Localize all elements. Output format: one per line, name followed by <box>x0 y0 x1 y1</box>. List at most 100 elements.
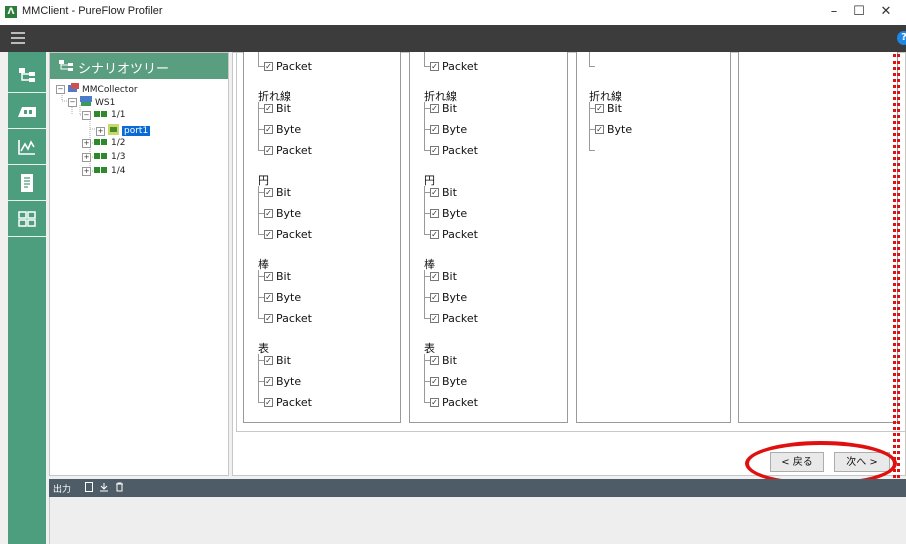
option-item[interactable]: ✓ Byte <box>430 123 467 136</box>
maximize-button[interactable]: ☐ <box>845 3 873 21</box>
option-item[interactable]: ✓ Packet <box>430 144 478 157</box>
layout-icon[interactable] <box>8 202 46 237</box>
tree-node-port1[interactable]: + port1 <box>96 124 151 138</box>
checkbox-checked-icon[interactable]: ✓ <box>430 104 439 113</box>
checkbox-checked-icon[interactable]: ✓ <box>264 230 273 239</box>
option-item[interactable]: ✓ Packet <box>430 396 478 409</box>
expand-icon[interactable]: + <box>82 166 91 176</box>
checkbox-checked-icon[interactable]: ✓ <box>264 398 273 407</box>
option-item[interactable]: ✓ Bit <box>264 102 291 115</box>
option-item[interactable]: ✓ Packet <box>264 396 312 409</box>
checkbox-checked-icon[interactable]: ✓ <box>430 272 439 281</box>
checkbox-checked-icon[interactable]: ✓ <box>430 230 439 239</box>
copy-icon[interactable] <box>85 482 93 495</box>
tree-node-slot-1-2[interactable]: + 1/2 <box>82 138 125 148</box>
minimize-button[interactable]: – <box>820 3 848 21</box>
tree-node-ws1[interactable]: − WS1 <box>68 96 115 109</box>
checkbox-checked-icon[interactable]: ✓ <box>430 356 439 365</box>
collapse-icon[interactable]: − <box>68 98 77 107</box>
option-item[interactable]: ✓ Byte <box>264 207 301 220</box>
menu-icon[interactable] <box>11 32 25 44</box>
option-item[interactable]: ✓ Packet <box>430 60 478 73</box>
output-area[interactable] <box>49 497 906 544</box>
option-item[interactable]: ✓ Byte <box>430 291 467 304</box>
option-item[interactable]: ✓ Byte <box>264 375 301 388</box>
checkbox-checked-icon[interactable]: ✓ <box>430 293 439 302</box>
option-item[interactable]: ✓ Packet <box>264 60 312 73</box>
options-column-4 <box>738 52 898 423</box>
checkbox-checked-icon[interactable]: ✓ <box>264 356 273 365</box>
download-icon[interactable] <box>99 482 109 495</box>
chart-icon[interactable] <box>8 130 46 165</box>
checkbox-checked-icon[interactable]: ✓ <box>264 62 273 71</box>
checkbox-checked-icon[interactable]: ✓ <box>430 125 439 134</box>
scenario-tree-icon[interactable] <box>8 58 46 93</box>
expand-icon[interactable]: + <box>82 138 91 148</box>
trash-icon[interactable] <box>115 482 124 495</box>
checkbox-checked-icon[interactable]: ✓ <box>595 125 604 134</box>
option-item[interactable]: ✓ Byte <box>430 375 467 388</box>
option-item[interactable]: ✓ Byte <box>264 291 301 304</box>
checkbox-checked-icon[interactable]: ✓ <box>430 146 439 155</box>
option-item[interactable]: ✓ Byte <box>595 123 632 136</box>
option-item[interactable]: ✓ Packet <box>264 312 312 325</box>
checkbox-checked-icon[interactable]: ✓ <box>264 293 273 302</box>
close-button[interactable]: ✕ <box>872 3 900 21</box>
tree-node-label: port1 <box>122 126 151 136</box>
option-item[interactable]: ✓ Packet <box>430 228 478 241</box>
report-icon[interactable] <box>8 166 46 201</box>
option-item[interactable]: ✓ Packet <box>430 312 478 325</box>
option-item[interactable]: ✓ Bit <box>264 354 291 367</box>
collapse-icon[interactable]: − <box>82 110 91 120</box>
help-icon[interactable]: ? <box>897 31 906 45</box>
checkbox-checked-icon[interactable]: ✓ <box>264 314 273 323</box>
tree-node-label: 1/4 <box>111 166 126 176</box>
back-button[interactable]: < 戻る <box>770 452 824 472</box>
option-item[interactable]: ✓ Bit <box>430 102 457 115</box>
option-item[interactable]: ✓ Bit <box>264 186 291 199</box>
option-label: Packet <box>276 396 312 409</box>
checkbox-checked-icon[interactable]: ✓ <box>264 146 273 155</box>
tree-node-slot-1-4[interactable]: + 1/4 <box>82 166 125 176</box>
checkbox-checked-icon[interactable]: ✓ <box>595 104 604 113</box>
checkbox-checked-icon[interactable]: ✓ <box>430 188 439 197</box>
option-item[interactable]: ✓ Bit <box>430 186 457 199</box>
option-item[interactable]: ✓ Bit <box>430 270 457 283</box>
next-button[interactable]: 次へ > <box>834 452 890 472</box>
option-item[interactable]: ✓ Packet <box>264 144 312 157</box>
slot-icon <box>94 152 108 162</box>
option-label: Bit <box>276 102 291 115</box>
option-item[interactable]: ✓ Byte <box>430 207 467 220</box>
expand-icon[interactable]: + <box>96 126 105 136</box>
tree-node-slot-1-3[interactable]: + 1/3 <box>82 152 125 162</box>
option-item[interactable]: ✓ Bit <box>430 354 457 367</box>
option-item[interactable]: ✓ Bit <box>595 102 622 115</box>
checkbox-checked-icon[interactable]: ✓ <box>264 125 273 134</box>
tree-node-mmcollector[interactable]: − MMCollector <box>56 83 138 96</box>
option-label: Byte <box>607 123 633 136</box>
option-item[interactable]: ✓ Byte <box>264 123 301 136</box>
checkbox-checked-icon[interactable]: ✓ <box>430 377 439 386</box>
option-label: Byte <box>276 207 302 220</box>
tree-node-label: 1/2 <box>111 138 126 148</box>
checkbox-checked-icon[interactable]: ✓ <box>430 62 439 71</box>
device-icon[interactable] <box>8 94 46 129</box>
checkbox-checked-icon[interactable]: ✓ <box>430 398 439 407</box>
checkbox-checked-icon[interactable]: ✓ <box>264 209 273 218</box>
checkbox-checked-icon[interactable]: ✓ <box>264 188 273 197</box>
collapse-icon[interactable]: − <box>56 85 65 94</box>
checkbox-checked-icon[interactable]: ✓ <box>430 314 439 323</box>
option-item[interactable]: ✓ Packet <box>264 228 312 241</box>
checkbox-checked-icon[interactable]: ✓ <box>264 377 273 386</box>
output-label: 出力 <box>53 485 72 495</box>
option-label: Bit <box>442 270 457 283</box>
checkbox-checked-icon[interactable]: ✓ <box>430 209 439 218</box>
option-item[interactable]: ✓ Bit <box>264 270 291 283</box>
option-label: Packet <box>276 312 312 325</box>
options-column-2: ✓ Packet 折れ線 ✓ Bit ✓ Byte ✓ Packet 円 ✓ Bit ✓ B… <box>409 52 568 423</box>
tree-node-slot-1-1[interactable]: − 1/1 <box>82 110 125 120</box>
option-label: Bit <box>276 270 291 283</box>
expand-icon[interactable]: + <box>82 152 91 162</box>
checkbox-checked-icon[interactable]: ✓ <box>264 272 273 281</box>
checkbox-checked-icon[interactable]: ✓ <box>264 104 273 113</box>
